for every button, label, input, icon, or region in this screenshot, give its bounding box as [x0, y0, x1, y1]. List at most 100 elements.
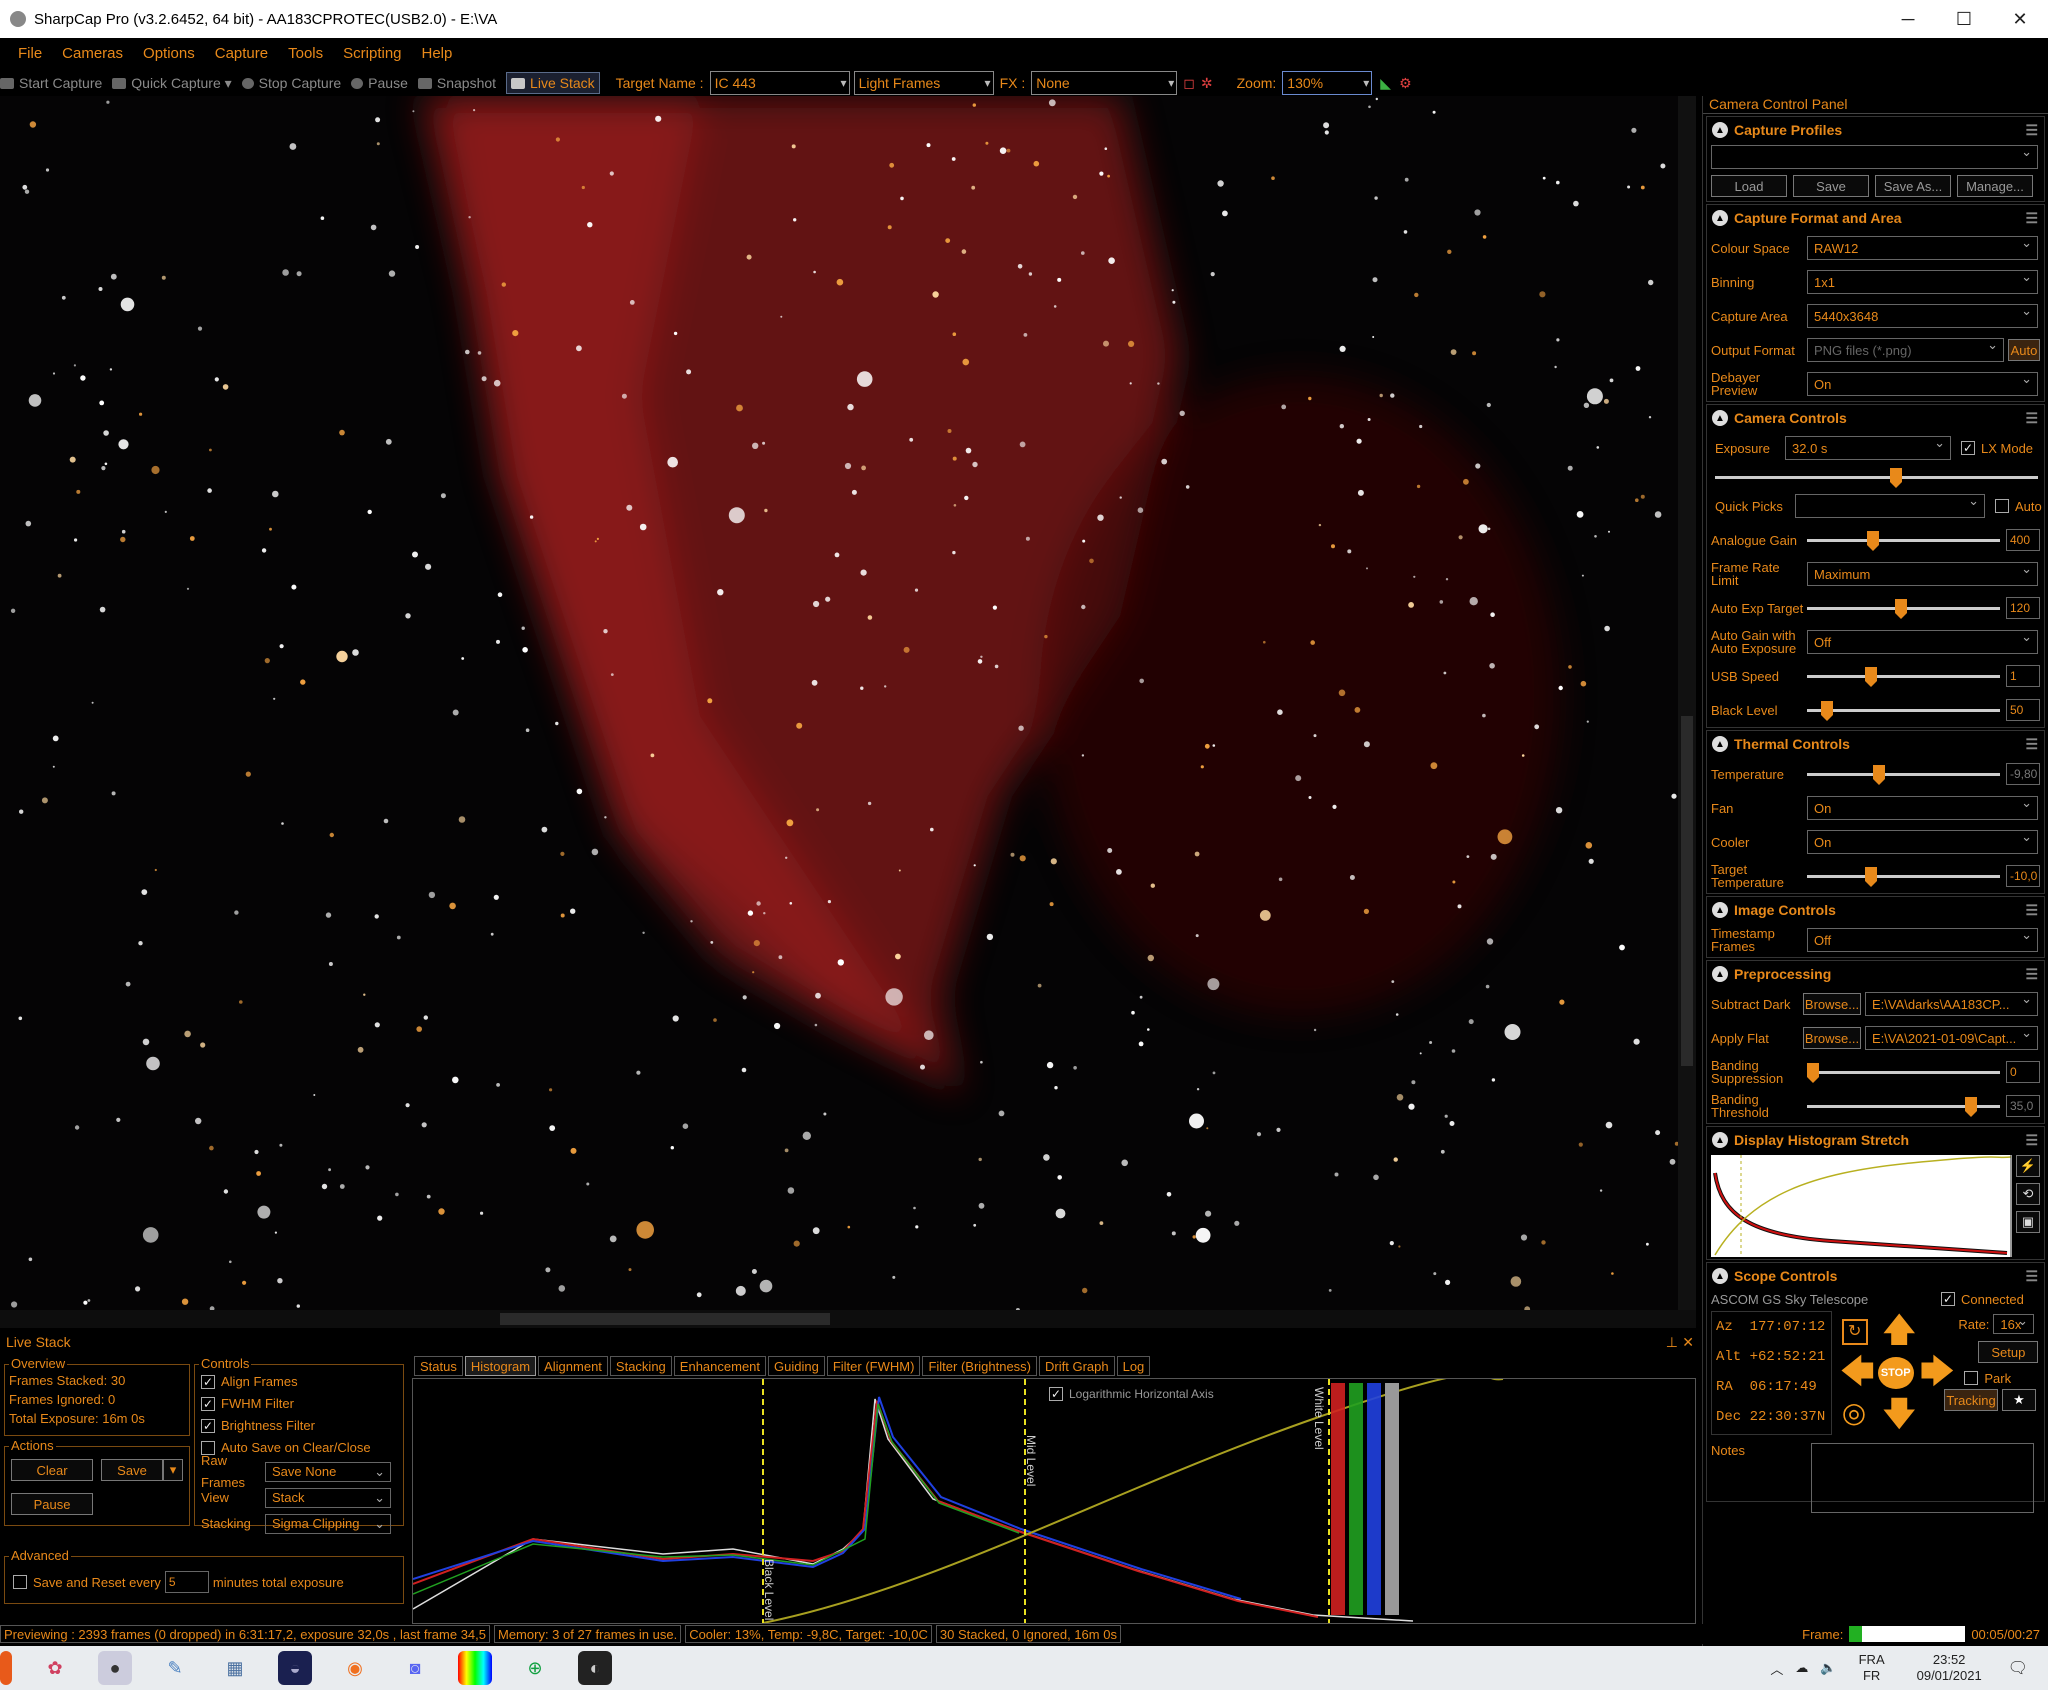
output-format-select[interactable]: PNG files (*.png)	[1807, 337, 2004, 362]
manage-profiles-button[interactable]: Manage...	[1957, 175, 2033, 197]
menu-icon[interactable]: ☰	[2025, 966, 2038, 983]
snapshot-button[interactable]: Snapshot	[417, 75, 496, 91]
calculator-icon[interactable]: ▦	[218, 1651, 252, 1685]
histogram-stretch-header[interactable]: ▲ Display Histogram Stretch ☰	[1707, 1127, 2044, 1153]
menu-icon[interactable]: ☰	[2025, 210, 2038, 227]
tab-histogram[interactable]: Histogram	[464, 1356, 537, 1376]
crosshair-icon[interactable]: ◻	[1183, 75, 1195, 92]
collapse-icon[interactable]: ▲	[1712, 736, 1728, 752]
clear-button[interactable]: Clear	[11, 1459, 93, 1481]
usb-value[interactable]: 1	[2006, 665, 2040, 687]
stop-button[interactable]: STOP	[1877, 1357, 1914, 1389]
stellarium-icon[interactable]: ◒	[278, 1651, 312, 1685]
auto-gain-select[interactable]: Off	[1807, 629, 2038, 654]
rate-select[interactable]: 16x	[1993, 1313, 2034, 1334]
office-icon[interactable]	[0, 1651, 12, 1685]
menu-icon[interactable]: ☰	[2025, 902, 2038, 919]
menu-scripting[interactable]: Scripting	[343, 45, 401, 62]
lx-mode-checkbox[interactable]: ✓	[1961, 441, 1975, 455]
tab-alignment[interactable]: Alignment	[538, 1356, 608, 1376]
gain-slider[interactable]	[1807, 530, 2000, 551]
brightness-filter-checkbox[interactable]: ✓	[201, 1419, 215, 1433]
frame-rate-select[interactable]: Maximum	[1807, 561, 2038, 586]
pin-icon[interactable]: ⊥	[1666, 1334, 1678, 1351]
menu-icon[interactable]: ☰	[2025, 1132, 2038, 1149]
south-arrow-icon[interactable]: 🡇	[1882, 1397, 1917, 1431]
auto-format-button[interactable]: Auto	[2008, 339, 2040, 361]
quick-picks-select[interactable]	[1795, 493, 1985, 518]
park-checkbox[interactable]	[1964, 1371, 1979, 1385]
exposure-slider[interactable]	[1715, 467, 2038, 488]
collapse-icon[interactable]: ▲	[1712, 210, 1728, 226]
tray-volume-icon[interactable]: 🔈	[1820, 1660, 1836, 1676]
capture-format-header[interactable]: ▲ Capture Format and Area ☰	[1707, 205, 2044, 231]
quick-capture-button[interactable]: Quick Capture ▾	[112, 75, 232, 92]
tab-enhancement[interactable]: Enhancement	[673, 1356, 767, 1376]
save-stack-button[interactable]: Save	[101, 1459, 163, 1481]
pause-button[interactable]: Pause	[351, 75, 408, 91]
save-profile-button[interactable]: Save	[1793, 175, 1869, 197]
auto-exp-value[interactable]: 120	[2006, 597, 2040, 619]
load-profile-button[interactable]: Load	[1711, 175, 1787, 197]
stop-capture-button[interactable]: Stop Capture	[241, 75, 341, 91]
menu-icon[interactable]: ☰	[2025, 122, 2038, 139]
menu-options[interactable]: Options	[143, 45, 195, 62]
save-options-dropdown[interactable]: ▾	[163, 1459, 183, 1481]
reset-stretch-icon[interactable]: ⟲	[2016, 1183, 2040, 1205]
menu-icon[interactable]: ☰	[2025, 736, 2038, 753]
menu-tools[interactable]: Tools	[288, 45, 323, 62]
flat-file-select[interactable]: E:\VA\2021-01-09\Capt...	[1865, 1025, 2038, 1050]
north-arrow-icon[interactable]: 🡅	[1882, 1313, 1917, 1347]
profile-select[interactable]	[1711, 144, 2038, 169]
start-capture-button[interactable]: Start Capture	[0, 75, 102, 91]
tab-filter-fwhm[interactable]: Filter (FWHM)	[826, 1356, 921, 1376]
preprocessing-header[interactable]: ▲ Preprocessing ☰	[1707, 961, 2044, 987]
collapse-icon[interactable]: ▲	[1712, 122, 1728, 138]
capture-profiles-header[interactable]: ▲ Capture Profiles ☰	[1707, 117, 2044, 143]
tab-status[interactable]: Status	[414, 1356, 463, 1376]
frame-type-select[interactable]: Light Frames	[853, 71, 994, 95]
collapse-icon[interactable]: ▲	[1712, 1268, 1728, 1284]
collapse-icon[interactable]: ▲	[1712, 902, 1728, 918]
zoom-select[interactable]: 130%	[1282, 71, 1373, 95]
camera-controls-header[interactable]: ▲ Camera Controls ☰	[1707, 405, 2044, 431]
browse-flat-button[interactable]: Browse...	[1803, 1027, 1861, 1049]
tab-stacking[interactable]: Stacking	[609, 1356, 672, 1376]
phd-icon[interactable]: ⊕	[518, 1651, 552, 1685]
capture-area-select[interactable]: 5440x3648	[1807, 303, 2038, 328]
black-level-slider[interactable]	[1807, 700, 2000, 721]
discord-icon[interactable]: ◙	[398, 1651, 432, 1685]
menu-capture[interactable]: Capture	[215, 45, 268, 62]
mid-level-marker[interactable]: Mid Level	[1024, 1435, 1038, 1486]
save-reset-checkbox[interactable]	[13, 1575, 27, 1589]
language-indicator[interactable]: FRA FR	[1859, 1652, 1885, 1684]
moon-icon[interactable]: ◐	[578, 1651, 612, 1685]
live-stack-button[interactable]: Live Stack	[506, 72, 600, 94]
sharpcap-icon[interactable]: ●	[98, 1651, 132, 1685]
close-panel-icon[interactable]: ✕	[1682, 1334, 1694, 1351]
firefox-icon[interactable]: ◉	[338, 1651, 372, 1685]
brush-icon[interactable]: ✎	[158, 1651, 192, 1685]
menu-help[interactable]: Help	[422, 45, 453, 62]
tracking-button[interactable]: Tracking	[1944, 1389, 1998, 1411]
image-viewport[interactable]	[0, 96, 1678, 1310]
binning-select[interactable]: 1x1	[1807, 269, 2038, 294]
target-name-input[interactable]: IC 443	[709, 71, 850, 95]
maximize-button[interactable]: ☐	[1936, 9, 1992, 30]
tab-log[interactable]: Log	[1116, 1356, 1151, 1376]
horizontal-scroll-thumb[interactable]	[500, 1313, 830, 1325]
white-level-marker[interactable]: White Level	[1312, 1387, 1326, 1450]
save-stretch-icon[interactable]: ▣	[2016, 1211, 2040, 1233]
log-axis-checkbox[interactable]: ✓	[1049, 1387, 1063, 1401]
histogram-icon[interactable]: ◣	[1380, 75, 1391, 92]
tab-filter-brightness[interactable]: Filter (Brightness)	[922, 1356, 1038, 1376]
stretch-histogram[interactable]	[1711, 1155, 2012, 1257]
black-level-value[interactable]: 50	[2006, 699, 2040, 721]
menu-cameras[interactable]: Cameras	[62, 45, 123, 62]
view-select[interactable]: Stack	[265, 1487, 391, 1509]
banding-suppression-value[interactable]: 0	[2006, 1061, 2040, 1083]
west-arrow-icon[interactable]: 🡄	[1840, 1355, 1875, 1389]
tab-guiding[interactable]: Guiding	[768, 1356, 825, 1376]
reticle-icon[interactable]: ✲	[1201, 75, 1213, 92]
collapse-icon[interactable]: ▲	[1712, 410, 1728, 426]
